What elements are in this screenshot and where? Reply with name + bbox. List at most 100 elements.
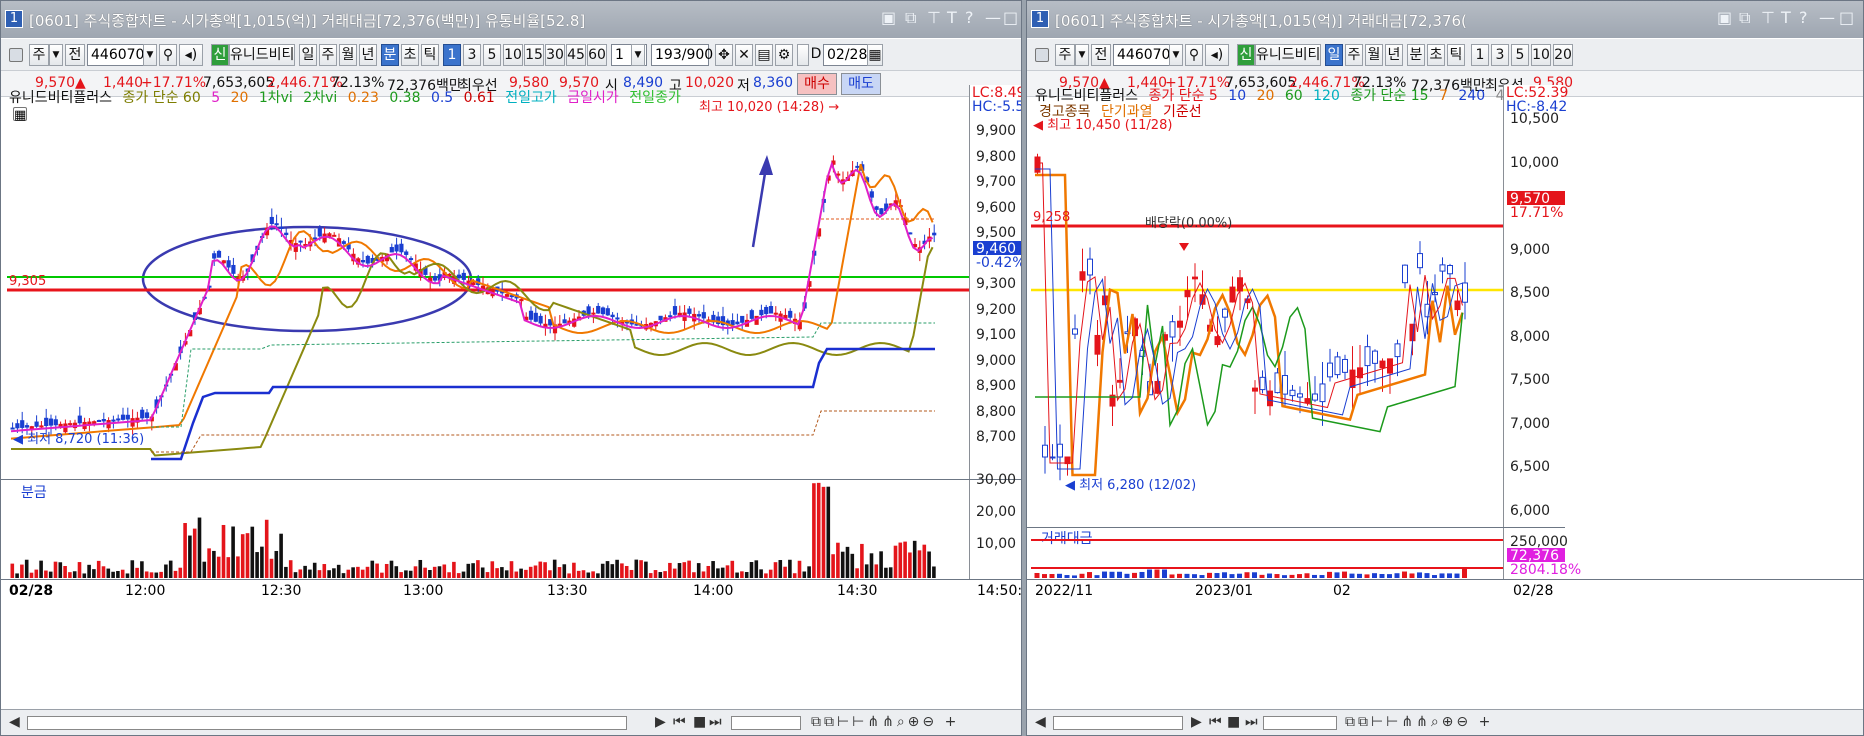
minute-10[interactable]: 10 xyxy=(503,44,523,66)
minute-3[interactable]: 3 xyxy=(463,44,481,66)
play-icon[interactable]: ▶ xyxy=(655,714,666,730)
period-tick[interactable]: 틱 xyxy=(1447,44,1465,66)
volume-bar xyxy=(466,563,471,578)
font-icon[interactable]: T xyxy=(1781,8,1791,27)
save-icon[interactable]: ▤ xyxy=(755,44,773,66)
help-icon[interactable]: ? xyxy=(1799,8,1808,27)
left-price-tick: 8,700 xyxy=(976,429,1017,445)
sell-button[interactable]: 매도 xyxy=(841,73,881,95)
period-month[interactable]: 월 xyxy=(1365,44,1383,66)
volume-bar xyxy=(312,562,317,578)
period-minute[interactable]: 분 xyxy=(1407,44,1425,66)
font-icon[interactable]: T xyxy=(947,8,957,27)
period-minute[interactable]: 분 xyxy=(381,44,399,66)
interval-dropdown-icon[interactable]: ▼ xyxy=(631,44,645,66)
period-day[interactable]: 일 xyxy=(1325,44,1343,66)
sound-icon[interactable]: ◂) xyxy=(179,44,203,66)
code-dropdown-icon[interactable]: ▼ xyxy=(1169,44,1183,66)
period-year[interactable]: 년 xyxy=(1385,44,1403,66)
volume-bar xyxy=(893,545,898,578)
date-checkbox[interactable] xyxy=(797,44,809,66)
left-title-bar[interactable]: 1 [0601] 주식종합차트 - 시가총액[1,015(억)] 거래대금[72… xyxy=(1,1,1021,38)
zoom-slider[interactable] xyxy=(1263,716,1337,730)
minute-30[interactable]: 30 xyxy=(545,44,565,66)
minute-45[interactable]: 45 xyxy=(566,44,586,66)
draw-tools-icon[interactable]: ⧉⧉⊢⊢⋔⋔⌕⊕⊖ + xyxy=(1345,714,1493,730)
dropdown-icon[interactable]: ▼ xyxy=(1075,44,1089,66)
prev-button[interactable]: 전 xyxy=(1091,44,1111,66)
volume-bar xyxy=(293,572,298,578)
search-icon[interactable]: ⚲ xyxy=(1185,44,1203,66)
n-1[interactable]: 1 xyxy=(1471,44,1489,66)
candle xyxy=(879,208,884,215)
screen-icon[interactable] xyxy=(9,48,23,62)
volume-bar xyxy=(816,482,821,578)
minute-60[interactable]: 60 xyxy=(587,44,607,66)
minimize-icon[interactable]: — xyxy=(1819,8,1835,27)
volume-bar xyxy=(509,561,514,578)
prev-button[interactable]: 전 xyxy=(65,44,85,66)
horizontal-scrollbar[interactable] xyxy=(27,716,627,730)
pin-icon[interactable]: ⊤ xyxy=(927,8,941,27)
buy-button[interactable]: 매수 xyxy=(797,73,837,95)
volume-bar xyxy=(1214,573,1220,578)
right-price-chart[interactable]: 9,258 배당락(0.00%) ◀ 최고 10,450 (11/28) ◀ 최… xyxy=(1027,97,1503,527)
last-icon[interactable]: ⏭ xyxy=(709,714,722,730)
n-3[interactable]: 3 xyxy=(1491,44,1509,66)
volume-bar xyxy=(351,567,355,578)
help-icon[interactable]: ? xyxy=(965,8,974,27)
market-select[interactable]: 주 xyxy=(29,44,49,66)
scroll-left-icon[interactable]: ◀ xyxy=(1035,714,1046,730)
period-year[interactable]: 년 xyxy=(359,44,377,66)
period-day[interactable]: 일 xyxy=(299,44,317,66)
maximize-icon[interactable]: □ xyxy=(1003,8,1018,27)
bar-count[interactable]: 193/900 xyxy=(651,44,713,66)
market-select[interactable]: 주 xyxy=(1055,44,1075,66)
layout-icon[interactable]: ▣ xyxy=(1717,8,1732,27)
n-5[interactable]: 5 xyxy=(1511,44,1529,66)
dropdown-icon[interactable]: ▼ xyxy=(49,44,63,66)
minimize-icon[interactable]: — xyxy=(985,8,1001,27)
search-icon[interactable]: ⚲ xyxy=(159,44,177,66)
copy-icon[interactable]: ⧉ xyxy=(1739,8,1750,28)
minute-1[interactable]: 1 xyxy=(443,44,461,66)
candle xyxy=(20,420,25,428)
scroll-left-icon[interactable]: ◀ xyxy=(9,714,20,730)
pin-icon[interactable]: ⊤ xyxy=(1761,8,1775,27)
period-second[interactable]: 초 xyxy=(401,44,419,66)
zoom-slider[interactable] xyxy=(731,716,801,730)
date-input[interactable]: 02/28 xyxy=(823,44,869,66)
period-tick[interactable]: 틱 xyxy=(421,44,439,66)
left-price-chart[interactable]: 최고 10,020 (14:28) → ◀ 최저 8,720 (11:36) 9… xyxy=(1,97,969,479)
calendar-icon[interactable]: ▦ xyxy=(867,44,883,66)
tool-icon[interactable]: ✥ xyxy=(715,44,733,66)
period-second[interactable]: 초 xyxy=(1427,44,1445,66)
maximize-icon[interactable]: □ xyxy=(1839,8,1854,27)
code-dropdown-icon[interactable]: ▼ xyxy=(143,44,157,66)
period-week[interactable]: 주 xyxy=(1345,44,1363,66)
minute-15[interactable]: 15 xyxy=(524,44,544,66)
right-title-bar[interactable]: 1 [0601] 주식종합차트 - 시가총액[1,015(억)] 거래대금[72… xyxy=(1027,1,1863,38)
copy-icon[interactable]: ⧉ xyxy=(905,8,916,28)
n-20[interactable]: 20 xyxy=(1553,44,1573,66)
stop-icon[interactable]: ■ xyxy=(1227,714,1240,730)
n-10[interactable]: 10 xyxy=(1531,44,1551,66)
stop-icon[interactable]: ■ xyxy=(693,714,706,730)
draw-tools-icon[interactable]: ⧉⧉⊢⊢⋔⋔⌕⊕⊖ + xyxy=(811,714,959,730)
cross-icon[interactable]: ✕ xyxy=(735,44,753,66)
period-month[interactable]: 월 xyxy=(339,44,357,66)
horizontal-scrollbar[interactable] xyxy=(1053,716,1183,730)
sound-icon[interactable]: ◂) xyxy=(1205,44,1229,66)
first-icon[interactable]: ⏮ xyxy=(673,714,686,730)
minute-5[interactable]: 5 xyxy=(483,44,501,66)
screen-icon[interactable] xyxy=(1035,48,1049,62)
first-icon[interactable]: ⏮ xyxy=(1209,714,1222,730)
period-week[interactable]: 주 xyxy=(319,44,337,66)
volume-bar xyxy=(288,560,293,578)
layout-icon[interactable]: ▣ xyxy=(881,8,896,27)
play-icon[interactable]: ▶ xyxy=(1191,714,1202,730)
settings-icon[interactable]: ⚙ xyxy=(775,44,793,66)
last-icon[interactable]: ⏭ xyxy=(1245,714,1258,730)
volume-bar xyxy=(336,564,341,578)
volume-bar xyxy=(216,556,221,578)
